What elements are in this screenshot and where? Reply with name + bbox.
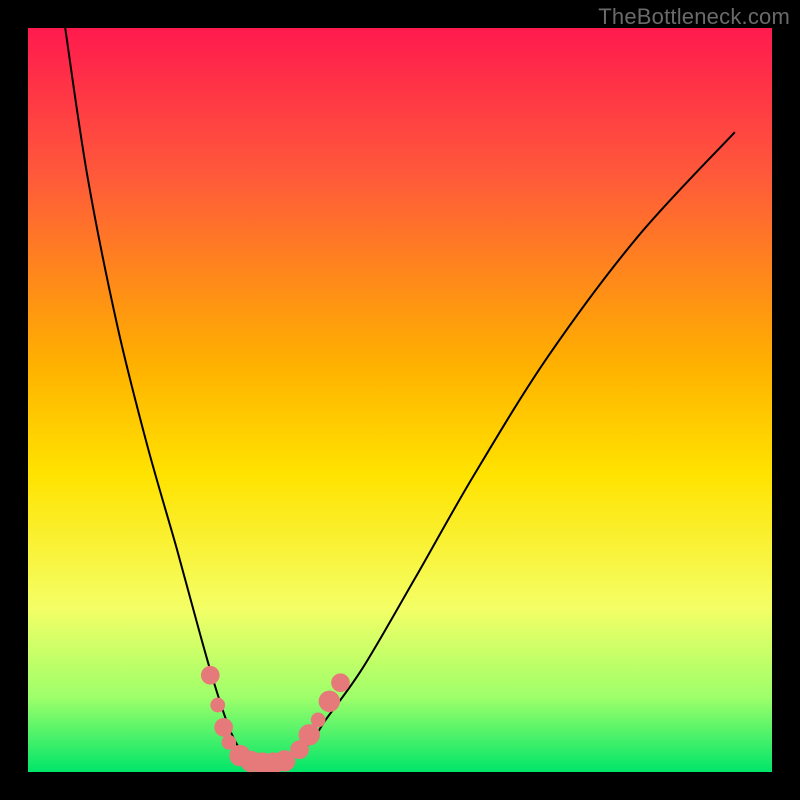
data-marker (299, 724, 320, 745)
watermark-text: TheBottleneck.com (598, 4, 790, 30)
plot-area (28, 28, 772, 772)
chart-svg (28, 28, 772, 772)
chart-frame: TheBottleneck.com (0, 0, 800, 800)
data-marker (331, 673, 350, 692)
data-marker (311, 713, 326, 728)
data-marker (210, 698, 225, 713)
gradient-background (28, 28, 772, 772)
data-marker (201, 666, 220, 685)
data-marker (319, 691, 340, 712)
data-marker (214, 718, 233, 737)
